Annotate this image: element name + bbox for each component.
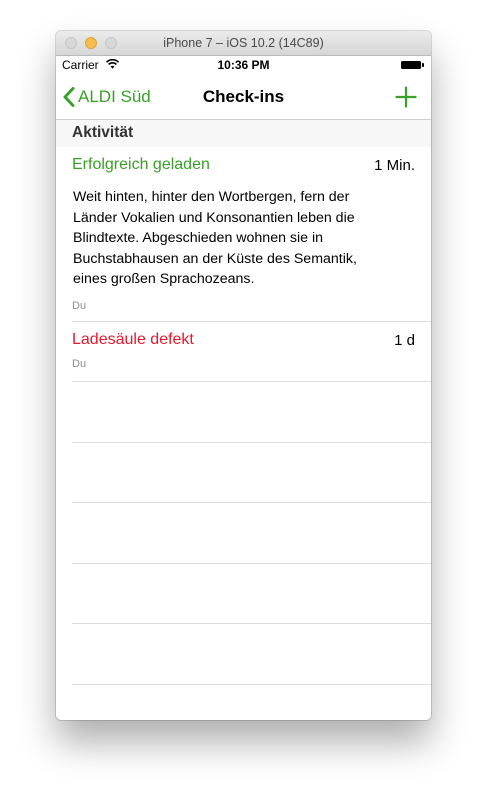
window-titlebar: iPhone 7 – iOS 10.2 (14C89) xyxy=(56,31,431,56)
checkin-comment: Weit hinten, hinter den Wortbergen, fern… xyxy=(73,189,357,287)
status-time: 10:36 PM xyxy=(217,58,270,72)
simulator-window: iPhone 7 – iOS 10.2 (14C89) Carrier 10:3… xyxy=(56,31,431,720)
checkin-author: Du xyxy=(72,358,87,370)
section-header: Aktivität xyxy=(56,120,431,147)
navigation-bar: ALDI Süd Check-ins xyxy=(56,76,431,120)
checkin-author: Du xyxy=(72,300,87,312)
checkin-time: 1 Min. xyxy=(374,157,415,174)
row-separator xyxy=(72,381,431,382)
checkin-title: Ladesäule defekt xyxy=(72,331,194,348)
empty-row-separator xyxy=(72,563,431,564)
section-header-label: Aktivität xyxy=(72,124,134,141)
checkin-title: Erfolgreich geladen xyxy=(72,156,210,173)
empty-row-separator xyxy=(72,684,431,685)
empty-row-separator xyxy=(72,502,431,503)
status-bar: Carrier 10:36 PM xyxy=(56,56,431,76)
checkin-row[interactable]: Ladesäule defekt 1 d Du xyxy=(56,322,431,381)
empty-row-separator xyxy=(72,442,431,443)
checkin-row[interactable]: Erfolgreich geladen 1 Min. Weit hinten, … xyxy=(56,147,431,321)
back-button[interactable]: ALDI Süd xyxy=(63,85,151,109)
empty-row-separator xyxy=(72,623,431,624)
add-checkin-button[interactable] xyxy=(395,86,417,108)
back-button-label: ALDI Süd xyxy=(78,87,151,106)
battery-icon xyxy=(401,61,424,69)
window-title: iPhone 7 – iOS 10.2 (14C89) xyxy=(163,36,324,50)
checkin-time: 1 d xyxy=(394,332,415,349)
chevron-left-icon xyxy=(63,87,75,107)
